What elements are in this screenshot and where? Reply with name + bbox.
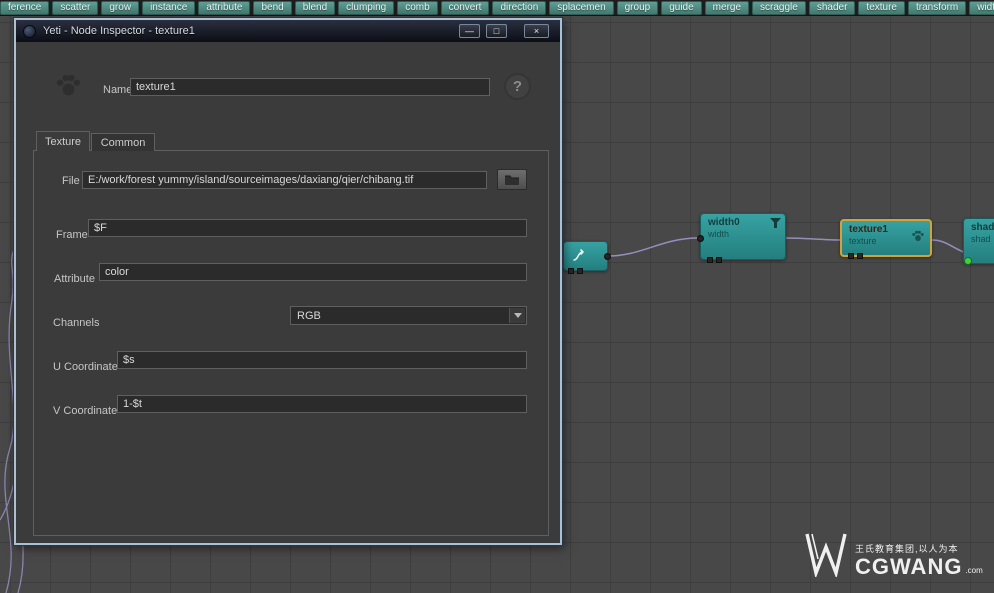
toolbar-button-width[interactable]: width xyxy=(969,0,994,15)
wire-convert-width xyxy=(607,237,699,257)
question-icon: ? xyxy=(512,78,523,95)
input-port[interactable] xyxy=(697,235,704,242)
window-title: Yeti - Node Inspector - texture1 xyxy=(43,25,195,37)
v-coordinate-input[interactable] xyxy=(117,395,527,413)
frame-label: Frame xyxy=(56,229,88,241)
frame-input[interactable] xyxy=(88,219,527,237)
u-coordinate-input[interactable] xyxy=(117,351,527,369)
connector-icon xyxy=(573,249,584,261)
wire-width-texture xyxy=(785,237,841,241)
node-width0[interactable]: width0 width xyxy=(697,213,786,263)
browse-button[interactable] xyxy=(497,169,527,190)
tab-common[interactable]: Common xyxy=(91,133,155,151)
cgwang-logo xyxy=(805,533,847,577)
toolbar-button-transform[interactable]: transform xyxy=(908,0,967,15)
paw-icon xyxy=(57,74,80,96)
input-port[interactable] xyxy=(577,268,583,274)
toolbar-button-reference[interactable]: ference xyxy=(0,0,50,15)
maximize-button[interactable]: □ xyxy=(486,24,507,38)
wire-texture-shader xyxy=(931,239,967,254)
toolbar-button-convert[interactable]: convert xyxy=(440,0,490,15)
chevron-down-icon xyxy=(509,308,525,323)
node-subtitle: shad xyxy=(971,234,991,244)
attribute-label: Attribute xyxy=(54,273,95,285)
toolbar-button-clumping[interactable]: clumping xyxy=(338,0,395,15)
minimize-button[interactable]: — xyxy=(459,24,480,38)
watermark-text: 王氏教育集团,以人为本 CGWANG .com xyxy=(855,544,983,580)
help-button[interactable]: ? xyxy=(504,73,531,100)
toolbar-button-scraggle[interactable]: scraggle xyxy=(752,0,806,15)
node-inspector-window: Yeti - Node Inspector - texture1 — □ × N… xyxy=(13,17,563,546)
yeti-icon xyxy=(23,24,36,38)
attribute-input[interactable] xyxy=(99,263,527,281)
port[interactable] xyxy=(707,257,713,263)
toolbar-button-bend[interactable]: bend xyxy=(253,0,292,15)
input-port[interactable] xyxy=(568,268,574,274)
u-coordinate-label: U Coordinate xyxy=(53,361,118,373)
file-label: File xyxy=(62,175,80,187)
folder-icon xyxy=(505,175,519,185)
output-port[interactable] xyxy=(604,253,611,260)
port[interactable] xyxy=(857,253,863,259)
channels-label: Channels xyxy=(53,317,100,329)
toolbar-button-instance[interactable]: instance xyxy=(142,0,196,15)
toolbar-button-shader[interactable]: shader xyxy=(808,0,856,15)
watermark: 王氏教育集团,以人为本 CGWANG .com xyxy=(804,531,983,580)
watermark-domain: .com xyxy=(965,566,983,576)
close-button[interactable]: × xyxy=(524,24,549,38)
toolbar-button-comb[interactable]: comb xyxy=(397,0,438,15)
toolbar-button-direction[interactable]: direction xyxy=(492,0,547,15)
filter-icon xyxy=(770,218,781,228)
port[interactable] xyxy=(716,257,722,263)
toolbar-button-grow[interactable]: grow xyxy=(101,0,140,15)
toolbar-button-displacement[interactable]: splacemen xyxy=(549,0,614,15)
wire-left-1 xyxy=(4,249,15,593)
name-input[interactable] xyxy=(130,78,490,96)
toolbar-button-guide[interactable]: guide xyxy=(661,0,702,15)
tab-texture[interactable]: Texture xyxy=(36,131,90,151)
toolbar-button-merge[interactable]: merge xyxy=(704,0,750,15)
file-input[interactable] xyxy=(82,171,487,189)
name-label: Name xyxy=(103,84,133,96)
toolbar: ference scatter grow instance attribute … xyxy=(0,0,994,16)
channels-value: RGB xyxy=(297,309,321,322)
toolbar-button-group[interactable]: group xyxy=(616,0,659,15)
port[interactable] xyxy=(848,253,854,259)
watermark-brand: CGWANG xyxy=(855,554,963,580)
toolbar-button-attribute[interactable]: attribute xyxy=(198,0,251,15)
node-texture1[interactable]: texture1 texture xyxy=(840,219,932,259)
v-coordinate-label: V Coordinate xyxy=(53,405,118,417)
paw-icon xyxy=(912,230,924,241)
texture-settings-panel xyxy=(33,150,549,536)
channels-dropdown[interactable]: RGB xyxy=(290,306,527,325)
node-subtitle: width xyxy=(708,229,730,239)
toolbar-button-texture[interactable]: texture xyxy=(858,0,905,15)
toolbar-button-scatter[interactable]: scatter xyxy=(52,0,99,15)
shader-input-port[interactable] xyxy=(964,257,972,265)
node-title: shad xyxy=(971,222,994,233)
node-convert[interactable] xyxy=(563,241,611,274)
toolbar-button-blend[interactable]: blend xyxy=(294,0,336,15)
